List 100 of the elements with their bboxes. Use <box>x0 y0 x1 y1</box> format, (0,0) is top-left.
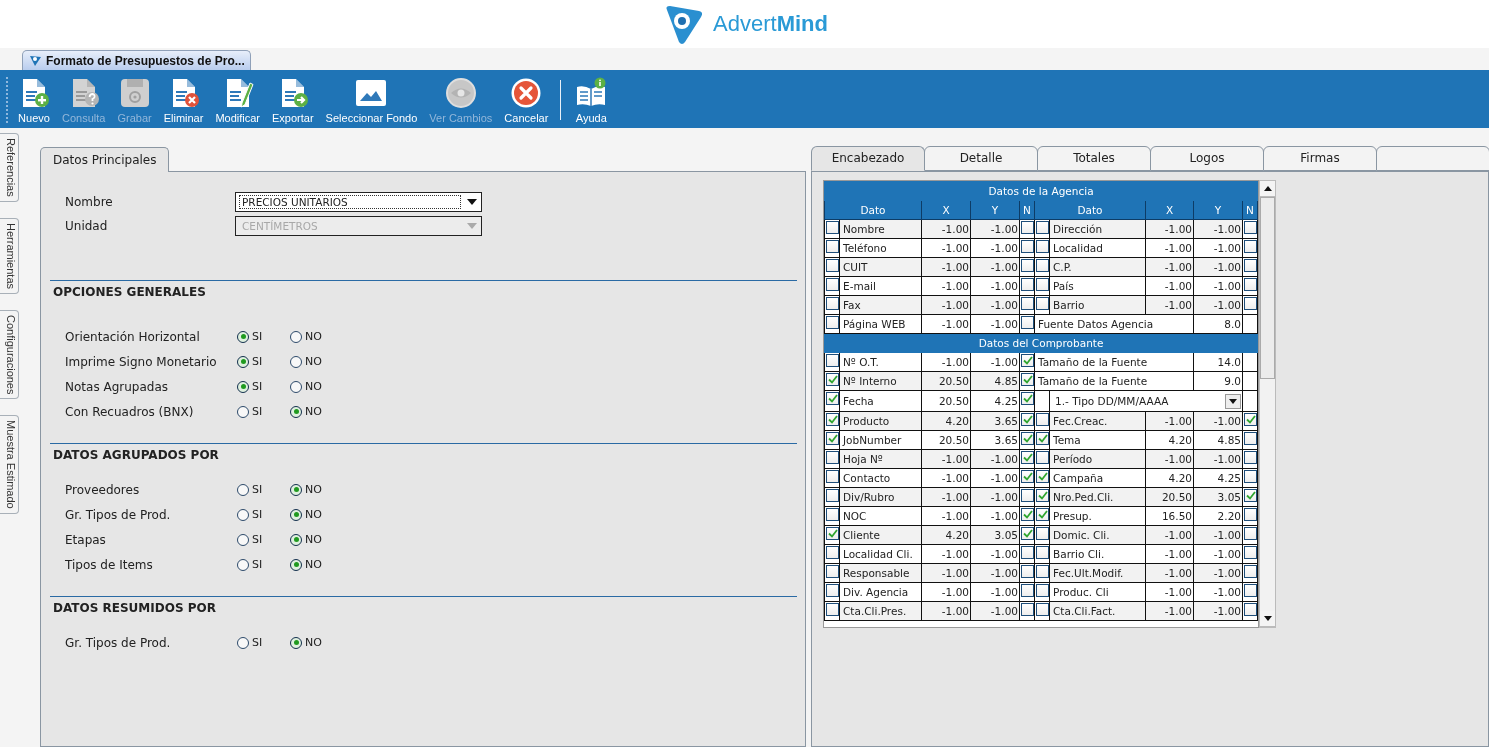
checkbox[interactable] <box>826 373 839 386</box>
checkbox[interactable] <box>1036 278 1049 291</box>
checkbox[interactable] <box>1036 413 1049 426</box>
radio-button[interactable]: NO <box>290 533 343 546</box>
dropdown[interactable]: PRECIOS UNITARIOS <box>235 192 482 212</box>
toolbar-button[interactable]: Ayuda <box>570 76 613 124</box>
toolbar-button[interactable]: Exportar <box>267 76 319 124</box>
checkbox[interactable] <box>1021 221 1034 234</box>
tab[interactable]: Totales <box>1037 146 1151 171</box>
checkbox[interactable] <box>1021 527 1034 540</box>
toolbar-button[interactable]: Eliminar <box>158 76 209 124</box>
checkbox[interactable] <box>826 603 839 616</box>
side-tab[interactable]: Referencias <box>0 133 19 202</box>
checkbox[interactable] <box>1021 470 1034 483</box>
radio-button[interactable]: SI <box>237 330 290 343</box>
toolbar-button[interactable]: Modificar <box>210 76 266 124</box>
checkbox[interactable] <box>826 392 839 405</box>
checkbox[interactable] <box>1021 297 1034 310</box>
checkbox[interactable] <box>826 240 839 253</box>
checkbox[interactable] <box>1036 221 1049 234</box>
checkbox[interactable] <box>826 527 839 540</box>
checkbox[interactable] <box>1244 259 1257 272</box>
checkbox[interactable] <box>1244 584 1257 597</box>
checkbox[interactable] <box>1021 278 1034 291</box>
checkbox[interactable] <box>1021 451 1034 464</box>
radio-button[interactable]: SI <box>237 636 290 649</box>
checkbox[interactable] <box>826 316 839 329</box>
radio-button[interactable]: SI <box>237 405 290 418</box>
checkbox[interactable] <box>1036 432 1049 445</box>
checkbox[interactable] <box>826 432 839 445</box>
tab[interactable]: Detalle <box>924 146 1038 171</box>
side-tab[interactable]: Muestra Estimado <box>0 415 19 514</box>
radio-button[interactable]: SI <box>237 355 290 368</box>
checkbox[interactable] <box>1021 565 1034 578</box>
checkbox[interactable] <box>826 278 839 291</box>
checkbox[interactable] <box>1021 432 1034 445</box>
checkbox[interactable] <box>1244 297 1257 310</box>
radio-button[interactable]: NO <box>290 508 343 521</box>
checkbox[interactable] <box>1036 259 1049 272</box>
radio-button[interactable]: NO <box>290 330 343 343</box>
checkbox[interactable] <box>1021 603 1034 616</box>
document-tab[interactable]: Formato de Presupuestos de Pro... <box>22 50 251 70</box>
checkbox[interactable] <box>1244 470 1257 483</box>
checkbox[interactable] <box>1244 489 1257 502</box>
checkbox[interactable] <box>1036 240 1049 253</box>
checkbox[interactable] <box>826 470 839 483</box>
radio-button[interactable]: NO <box>290 355 343 368</box>
tab[interactable] <box>1376 146 1489 171</box>
tab[interactable]: Logos <box>1150 146 1264 171</box>
checkbox[interactable] <box>1036 584 1049 597</box>
radio-button[interactable]: NO <box>290 405 343 418</box>
toolbar-button[interactable]: Nuevo <box>13 76 55 124</box>
side-tab[interactable]: Configuraciones <box>0 309 19 400</box>
checkbox[interactable] <box>826 546 839 559</box>
checkbox[interactable] <box>1036 603 1049 616</box>
checkbox[interactable] <box>1036 489 1049 502</box>
checkbox[interactable] <box>1036 451 1049 464</box>
radio-button[interactable]: NO <box>290 483 343 496</box>
checkbox[interactable] <box>1244 508 1257 521</box>
checkbox[interactable] <box>1036 565 1049 578</box>
checkbox[interactable] <box>1036 470 1049 483</box>
checkbox[interactable] <box>826 413 839 426</box>
side-tab[interactable]: Herramientas <box>0 217 19 294</box>
tab[interactable]: Encabezado <box>811 146 925 171</box>
checkbox[interactable] <box>1021 240 1034 253</box>
toolbar-button[interactable]: Seleccionar Fondo <box>320 76 423 124</box>
checkbox[interactable] <box>1036 508 1049 521</box>
checkbox[interactable] <box>1021 392 1034 405</box>
checkbox[interactable] <box>1244 527 1257 540</box>
checkbox[interactable] <box>1021 584 1034 597</box>
checkbox[interactable] <box>826 259 839 272</box>
checkbox[interactable] <box>826 508 839 521</box>
checkbox[interactable] <box>1021 373 1034 386</box>
scrollbar[interactable] <box>1259 180 1276 628</box>
checkbox[interactable] <box>1021 259 1034 272</box>
checkbox[interactable] <box>826 297 839 310</box>
checkbox[interactable] <box>826 489 839 502</box>
checkbox[interactable] <box>1244 413 1257 426</box>
checkbox[interactable] <box>1036 527 1049 540</box>
radio-button[interactable]: SI <box>237 508 290 521</box>
checkbox[interactable] <box>826 451 839 464</box>
radio-button[interactable]: SI <box>237 558 290 571</box>
checkbox[interactable] <box>1021 354 1034 367</box>
radio-button[interactable]: NO <box>290 558 343 571</box>
checkbox[interactable] <box>1244 240 1257 253</box>
radio-button[interactable]: SI <box>237 483 290 496</box>
radio-button[interactable]: NO <box>290 636 343 649</box>
checkbox[interactable] <box>1244 432 1257 445</box>
checkbox[interactable] <box>1021 413 1034 426</box>
checkbox[interactable] <box>1021 508 1034 521</box>
checkbox[interactable] <box>1036 297 1049 310</box>
checkbox[interactable] <box>826 584 839 597</box>
checkbox[interactable] <box>1021 316 1034 329</box>
tab[interactable]: Datos Principales <box>40 147 170 172</box>
checkbox[interactable] <box>1244 278 1257 291</box>
checkbox[interactable] <box>1244 221 1257 234</box>
radio-button[interactable]: SI <box>237 533 290 546</box>
checkbox[interactable] <box>826 565 839 578</box>
checkbox[interactable] <box>1244 451 1257 464</box>
checkbox[interactable] <box>826 221 839 234</box>
